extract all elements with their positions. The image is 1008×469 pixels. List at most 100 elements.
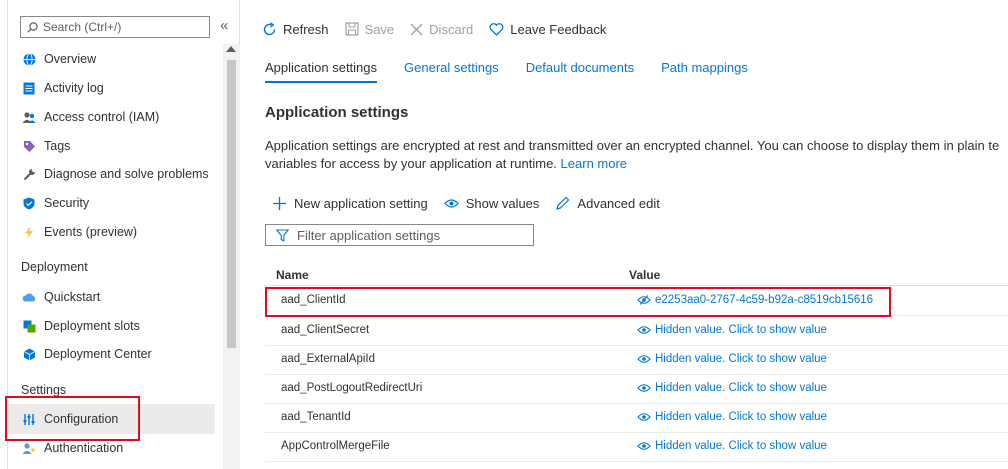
menu-search-input[interactable]: Search (Ctrl+/) [20, 16, 210, 38]
setting-name[interactable]: aad_TenantId [281, 411, 351, 423]
sidebar-item-label: Tags [44, 139, 71, 153]
plus-icon [273, 197, 286, 210]
setting-value-text: Hidden value. Click to show value [655, 382, 827, 394]
wrench-icon [22, 167, 36, 181]
section-header-settings: Settings [21, 383, 67, 397]
description-line-2: variables for access by your application… [265, 155, 1008, 173]
leave-feedback-label: Leave Feedback [510, 21, 607, 37]
table-row[interactable]: aad_ExternalApiId Hidden value. Click to… [265, 346, 1008, 375]
refresh-button[interactable]: Refresh [262, 22, 329, 37]
cube-icon [22, 347, 36, 361]
setting-value[interactable]: Hidden value. Click to show value [637, 324, 827, 336]
sidebar-item-label: Activity log [44, 81, 104, 95]
tab-general-settings[interactable]: General settings [404, 60, 499, 83]
setting-value[interactable]: Hidden value. Click to show value [637, 382, 827, 394]
column-header-value[interactable]: Value [629, 268, 660, 282]
new-application-setting-label: New application setting [294, 196, 428, 211]
setting-value-text: Hidden value. Click to show value [655, 411, 827, 423]
tab-application-settings[interactable]: Application settings [265, 60, 378, 83]
save-label: Save [364, 21, 395, 37]
description-line-1: Application settings are encrypted at re… [265, 138, 1000, 153]
setting-value[interactable]: Hidden value. Click to show value [637, 440, 827, 452]
column-header-name[interactable]: Name [276, 268, 309, 282]
tab-path-mappings[interactable]: Path mappings [661, 60, 748, 83]
save-button[interactable]: Save [344, 21, 395, 37]
show-values-button[interactable]: Show values [443, 196, 540, 211]
configuration-highlight-box [5, 396, 140, 441]
lightning-icon [22, 225, 36, 239]
sidebar-item-tags[interactable]: Tags [8, 132, 215, 160]
tab-default-documents[interactable]: Default documents [526, 60, 634, 83]
eye-icon [637, 355, 651, 363]
sidebar-item-quickstart[interactable]: Quickstart [8, 283, 215, 311]
refresh-label: Refresh [283, 21, 329, 37]
sidebar-item-overview[interactable]: Overview [8, 45, 215, 73]
menu-scrollbar[interactable] [223, 44, 240, 469]
refresh-icon [263, 21, 276, 35]
sidebar-item-deployment-center[interactable]: Deployment Center [8, 340, 215, 368]
page-description: Application settings are encrypted at re… [265, 137, 1008, 173]
menu-search-placeholder: Search (Ctrl+/) [43, 20, 122, 34]
eye-icon [637, 413, 651, 421]
cloud-icon [22, 290, 36, 304]
sidebar-item-activity-log[interactable]: Activity log [8, 74, 215, 102]
sidebar-item-label: Events (preview) [44, 225, 138, 239]
section-header-deployment: Deployment [21, 260, 88, 274]
sidebar-item-deployment-slots[interactable]: Deployment slots [8, 312, 215, 340]
sidebar-item-access-control[interactable]: Access control (IAM) [8, 103, 215, 131]
tag-icon [22, 139, 36, 153]
command-bar: Refresh Save Discard Leave Feedback [250, 14, 622, 44]
setting-value[interactable]: Hidden value. Click to show value [637, 411, 827, 423]
advanced-edit-button[interactable]: Advanced edit [555, 196, 660, 211]
slots-icon [22, 319, 36, 333]
user-key-icon [22, 441, 36, 455]
discard-button[interactable]: Discard [410, 22, 473, 37]
client-id-highlight-box [265, 287, 891, 317]
globe-icon [22, 52, 36, 66]
sidebar-item-label: Authentication [44, 441, 124, 455]
close-icon [410, 23, 423, 35]
people-icon [22, 110, 36, 124]
search-icon [27, 21, 38, 33]
setting-name[interactable]: aad_PostLogoutRedirectUri [281, 382, 422, 394]
heart-icon [489, 22, 504, 36]
table-row[interactable]: aad_ClientSecret Hidden value. Click to … [265, 317, 1008, 346]
sidebar-item-diagnose[interactable]: Diagnose and solve problems [8, 160, 215, 188]
description-line-2-text: variables for access by your application… [265, 156, 557, 171]
settings-tabs: Application settings General settings De… [265, 60, 775, 83]
filter-placeholder: Filter application settings [297, 227, 441, 243]
setting-name[interactable]: aad_ClientSecret [281, 324, 369, 336]
scroll-up-arrow-icon[interactable] [226, 46, 236, 52]
new-application-setting-button[interactable]: New application setting [272, 196, 428, 211]
setting-value[interactable]: Hidden value. Click to show value [637, 353, 827, 365]
activity-log-icon [22, 81, 36, 95]
learn-more-link[interactable]: Learn more [561, 156, 627, 171]
discard-label: Discard [429, 21, 474, 37]
sidebar-item-events[interactable]: Events (preview) [8, 218, 215, 246]
save-icon [344, 22, 359, 36]
advanced-edit-label: Advanced edit [577, 196, 660, 211]
setting-name[interactable]: aad_ExternalApiId [281, 353, 375, 365]
settings-toolbar: New application setting Show values Adva… [272, 196, 676, 211]
filter-settings-input[interactable]: Filter application settings [265, 224, 534, 246]
menu-scroll-thumb[interactable] [227, 60, 236, 348]
sidebar-item-label: Quickstart [44, 290, 101, 304]
eye-icon [637, 442, 651, 450]
sidebar-item-label: Deployment slots [44, 319, 140, 333]
pencil-icon [556, 196, 570, 210]
table-row[interactable]: AppControlMergeFile Hidden value. Click … [265, 433, 1008, 462]
eye-icon [637, 384, 651, 392]
setting-value-text: Hidden value. Click to show value [655, 440, 827, 452]
table-row[interactable]: aad_TenantId Hidden value. Click to show… [265, 404, 1008, 433]
table-row[interactable]: aad_PostLogoutRedirectUri Hidden value. … [265, 375, 1008, 404]
shield-icon [22, 196, 36, 210]
show-values-label: Show values [465, 196, 540, 211]
sidebar-item-label: Deployment Center [44, 347, 152, 361]
sidebar-item-security[interactable]: Security [8, 189, 215, 217]
eye-icon [637, 326, 651, 334]
leave-feedback-button[interactable]: Leave Feedback [489, 22, 606, 37]
setting-name[interactable]: AppControlMergeFile [281, 440, 390, 452]
sidebar-item-label: Access control (IAM) [44, 110, 160, 124]
collapse-menu-button[interactable]: « [220, 18, 228, 34]
setting-value-text: Hidden value. Click to show value [655, 353, 827, 365]
